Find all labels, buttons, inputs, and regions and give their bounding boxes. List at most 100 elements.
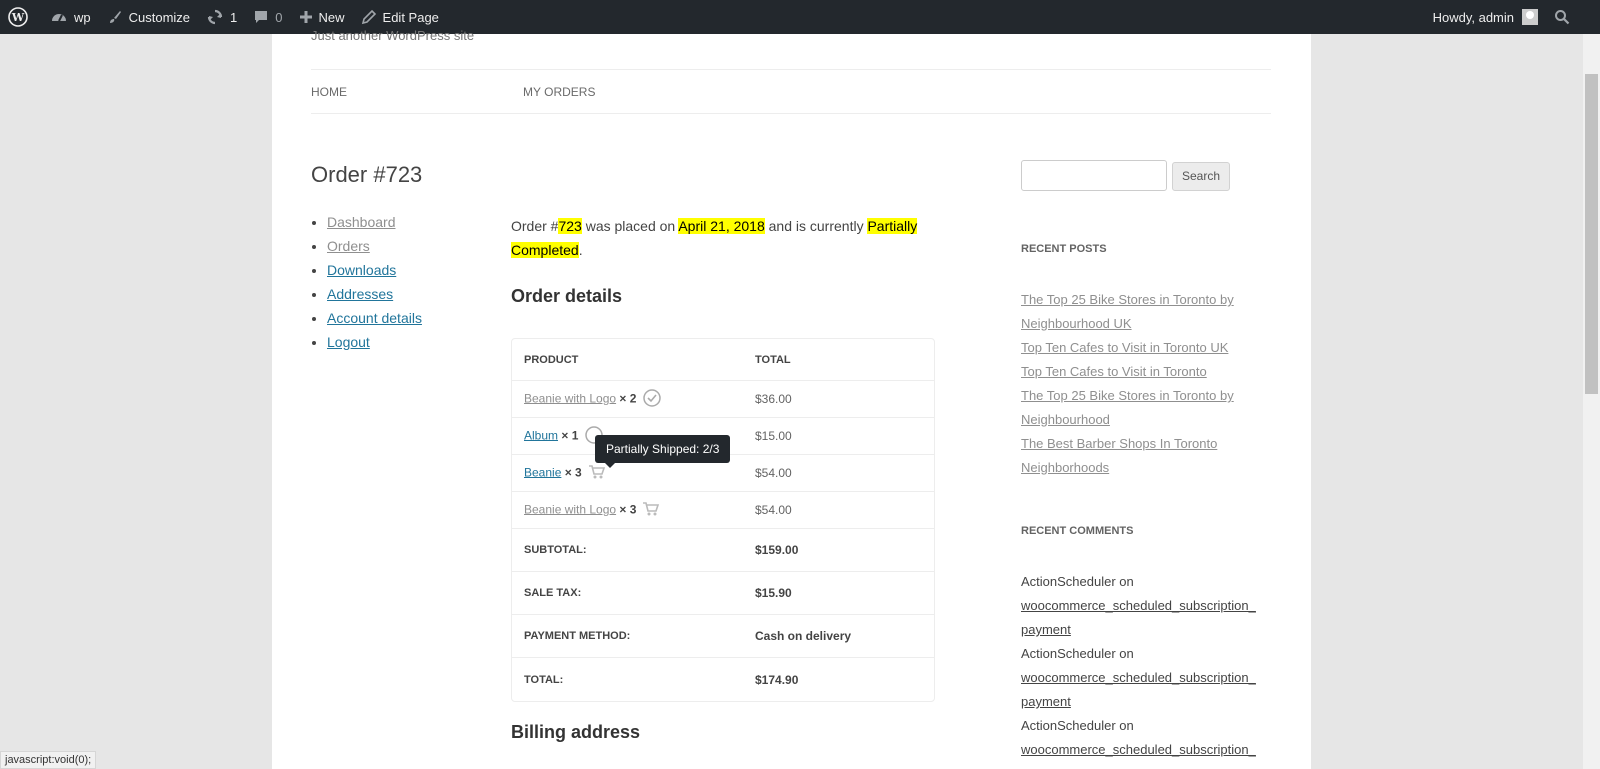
totals-row: PAYMENT METHOD: Cash on delivery xyxy=(512,615,934,658)
updates-button[interactable]: 1 xyxy=(198,0,245,34)
order-details-table: PRODUCT TOTAL Beanie with Logo × 2 $36.0… xyxy=(511,338,935,702)
nav-my-orders[interactable]: MY ORDERS xyxy=(523,85,595,99)
page-scrollbar[interactable] xyxy=(1583,34,1600,769)
account-nav-orders[interactable]: Orders xyxy=(327,236,422,260)
account-nav-addresses[interactable]: Addresses xyxy=(327,284,422,308)
pencil-icon xyxy=(361,9,376,25)
comment-post-link[interactable]: woocommerce_scheduled_subscription_ paym… xyxy=(1021,666,1271,714)
line-total: $15.00 xyxy=(755,429,792,443)
recent-comments-list: ActionScheduler on woocommerce_scheduled… xyxy=(1021,570,1271,769)
product-quantity: × 2 xyxy=(619,391,637,406)
product-link[interactable]: Beanie with Logo xyxy=(524,502,616,516)
edit-page-label: Edit Page xyxy=(382,9,439,25)
svg-text:W: W xyxy=(11,11,25,24)
product-link[interactable]: Album xyxy=(524,428,558,442)
product-quantity: × 3 xyxy=(619,502,637,517)
order-date: April 21, 2018 xyxy=(678,218,765,234)
recent-comments-title: RECENT COMMENTS xyxy=(1021,525,1134,537)
unshipped-cart-icon[interactable] xyxy=(642,501,660,520)
customize-label: Customize xyxy=(128,9,191,25)
nav-home[interactable]: HOME xyxy=(311,85,347,99)
totals-row: SALE TAX: $15.90 xyxy=(512,572,934,615)
brush-icon xyxy=(109,11,121,23)
plus-icon xyxy=(299,11,312,23)
comment-on: on xyxy=(1115,646,1134,661)
new-label: New xyxy=(318,9,345,25)
order-number: 723 xyxy=(558,218,582,234)
account-nav-account-details[interactable]: Account details xyxy=(327,308,422,332)
table-row: Beanie with Logo × 2 $36.00 xyxy=(512,381,934,418)
comments-count: 0 xyxy=(275,9,283,25)
order-summary-end: . xyxy=(578,242,583,258)
comment-author: ActionScheduler xyxy=(1021,718,1116,733)
browser-status-bar: javascript:void(0); xyxy=(0,751,97,769)
comment-post-link[interactable]: woocommerce_scheduled_subscription_ paym… xyxy=(1021,594,1271,642)
updates-count: 1 xyxy=(230,9,238,25)
table-header-row: PRODUCT TOTAL xyxy=(512,339,934,381)
table-row: Beanie with Logo × 3 $54.00 xyxy=(512,492,934,529)
customize-button[interactable]: Customize xyxy=(99,0,198,34)
recent-posts-title: RECENT POSTS xyxy=(1021,243,1107,255)
recent-post-link[interactable]: Top Ten Cafes to Visit in Toronto xyxy=(1021,360,1271,384)
recent-post-link[interactable]: The Top 25 Bike Stores in Toronto by Nei… xyxy=(1021,384,1271,432)
totals-label: SALE TAX: xyxy=(524,587,582,599)
dashboard-icon xyxy=(52,14,66,22)
totals-row: SUBTOTAL: $159.00 xyxy=(512,529,934,572)
account-nav-account-details-link[interactable]: Account details xyxy=(327,310,422,326)
account-nav-downloads[interactable]: Downloads xyxy=(327,260,422,284)
shipped-check-icon[interactable] xyxy=(642,388,662,411)
recent-posts-list: The Top 25 Bike Stores in Toronto by Nei… xyxy=(1021,288,1271,480)
line-total: $54.00 xyxy=(755,466,792,480)
recent-post-link[interactable]: The Best Barber Shops In Toronto Neighbo… xyxy=(1021,432,1271,480)
account-nav-dashboard-link[interactable]: Dashboard xyxy=(327,214,396,230)
account-menu[interactable]: Howdy, admin xyxy=(1425,0,1546,34)
account-nav-downloads-link[interactable]: Downloads xyxy=(327,262,396,278)
comments-button[interactable]: 0 xyxy=(245,0,290,34)
avatar xyxy=(1522,9,1538,25)
account-nav-dashboard[interactable]: Dashboard xyxy=(327,212,422,236)
account-nav-addresses-link[interactable]: Addresses xyxy=(327,286,393,302)
search-button[interactable]: Search xyxy=(1172,162,1230,191)
recent-post-link[interactable]: Top Ten Cafes to Visit in Toronto UK xyxy=(1021,336,1271,360)
order-summary-mid: was placed on xyxy=(581,218,679,234)
partial-shipment-cart-icon[interactable] xyxy=(588,464,606,483)
main-navigation: HOME MY ORDERS xyxy=(311,69,1271,114)
totals-value: $159.00 xyxy=(755,543,799,557)
comment-icon xyxy=(255,11,268,23)
scrollbar-thumb[interactable] xyxy=(1585,74,1598,394)
wordpress-logo-icon[interactable]: W xyxy=(0,0,42,34)
order-summary-mid2: and is currently xyxy=(764,218,868,234)
comment-post-link[interactable]: woocommerce_scheduled_subscription_ paym… xyxy=(1021,738,1271,769)
order-details-heading: Order details xyxy=(511,286,623,306)
search-input[interactable] xyxy=(1021,160,1167,191)
product-link[interactable]: Beanie xyxy=(524,465,561,479)
line-total: $36.00 xyxy=(755,392,792,406)
comment-author: ActionScheduler xyxy=(1021,646,1116,661)
product-link[interactable]: Beanie with Logo xyxy=(524,391,616,405)
update-icon xyxy=(207,9,223,25)
comment-on: on xyxy=(1115,574,1134,589)
comment-on: on xyxy=(1115,718,1134,733)
account-nav-logout-link[interactable]: Logout xyxy=(327,334,370,350)
admin-search-button[interactable] xyxy=(1546,0,1600,34)
site-tagline: Just another WordPress site xyxy=(311,28,475,43)
search-icon xyxy=(1555,10,1570,25)
totals-value: $174.90 xyxy=(755,672,799,687)
account-nav-logout[interactable]: Logout xyxy=(327,332,422,356)
shipment-tooltip: Partially Shipped: 2/3 xyxy=(595,435,731,468)
order-summary-text: Order #723 was placed on April 21, 2018 … xyxy=(511,214,931,262)
account-nav-orders-link[interactable]: Orders xyxy=(327,238,370,254)
recent-comment: ActionScheduler on xyxy=(1021,642,1271,666)
admin-bar: W wp Customize 1 0 New Edit Page Howdy, … xyxy=(0,0,1600,34)
line-total: $54.00 xyxy=(755,503,792,517)
page-title: Order #723 xyxy=(311,162,423,187)
column-header-product: PRODUCT xyxy=(524,353,579,366)
totals-value: $15.90 xyxy=(755,586,792,600)
site-name-menu[interactable]: wp xyxy=(42,0,99,34)
recent-post-link[interactable]: The Top 25 Bike Stores in Toronto by Nei… xyxy=(1021,288,1271,336)
totals-label: SUBTOTAL: xyxy=(524,544,587,556)
totals-label: PAYMENT METHOD: xyxy=(524,630,631,642)
comment-author: ActionScheduler xyxy=(1021,574,1116,589)
site-name: wp xyxy=(74,9,91,25)
recent-comment: ActionScheduler on xyxy=(1021,570,1271,594)
